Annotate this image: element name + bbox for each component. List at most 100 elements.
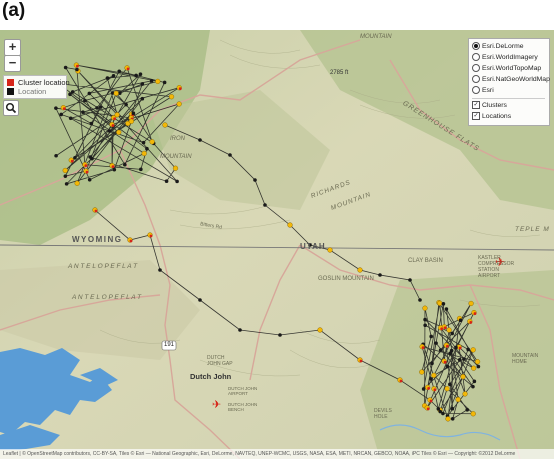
track-point[interactable] [466,347,470,352]
basemap-option-natgeo[interactable]: Esri.NatGeoWorldMap [472,75,550,85]
cluster-point[interactable] [445,344,449,348]
cluster-point[interactable] [473,312,477,315]
track-point[interactable] [476,364,481,369]
cluster-point[interactable] [458,346,462,350]
location-point[interactable] [141,150,147,157]
track-point[interactable] [448,351,452,356]
track-point[interactable] [441,411,445,416]
location-point[interactable] [419,369,425,375]
cluster-point[interactable] [62,107,66,111]
track-point[interactable] [408,278,412,282]
track-point[interactable] [175,179,179,184]
cluster-point[interactable] [359,359,363,363]
location-point[interactable] [114,112,120,118]
track-point[interactable] [434,341,438,345]
cluster-point[interactable] [111,165,115,169]
track-point[interactable] [448,382,452,387]
track-point[interactable] [98,105,103,109]
location-point[interactable] [471,365,477,371]
cluster-point[interactable] [94,209,98,213]
track-point[interactable] [457,358,462,362]
location-point[interactable] [327,247,333,253]
cluster-point[interactable] [85,170,89,174]
location-point[interactable] [113,90,119,96]
track-point[interactable] [418,298,422,302]
track-point[interactable] [117,69,122,74]
cluster-point[interactable] [75,64,79,68]
checkbox-checked-icon[interactable]: ✓ [472,112,480,120]
location-point[interactable] [176,101,182,107]
track-point[interactable] [441,302,446,306]
track-point[interactable] [68,92,72,97]
location-point[interactable] [74,180,80,186]
track-point[interactable] [458,318,463,323]
track-point[interactable] [429,377,433,381]
track-point[interactable] [465,407,470,412]
cluster-point[interactable] [429,399,433,403]
cluster-point[interactable] [111,124,115,127]
track-point[interactable] [140,96,145,101]
location-point[interactable] [287,222,293,228]
basemap-option-delorme[interactable]: Esri.DeLorme [472,42,524,52]
cluster-point[interactable] [113,117,116,121]
location-point[interactable] [149,139,155,145]
track-point[interactable] [149,79,154,83]
map-view[interactable]: ✈ ✈ MOUNTAIN 2785 ft GREENHOUSE FLATS IR… [0,30,554,459]
cluster-point[interactable] [440,327,444,331]
track-point[interactable] [111,74,116,78]
track-point[interactable] [158,268,162,272]
location-point[interactable] [422,305,428,311]
cluster-point[interactable] [178,87,182,91]
track-point[interactable] [59,112,63,117]
track-point[interactable] [140,82,145,86]
basemap-option-esri[interactable]: Esri [472,86,494,96]
track-point[interactable] [450,406,455,411]
track-point[interactable] [112,167,117,172]
track-point[interactable] [88,155,92,159]
location-point[interactable] [444,386,450,392]
track-point[interactable] [70,90,75,94]
cluster-point[interactable] [84,164,88,168]
location-point[interactable] [474,359,481,365]
track-point[interactable] [89,121,94,126]
overlay-option-locations[interactable]: ✓ Locations [472,112,511,122]
location-point[interactable] [116,129,122,135]
track-point[interactable] [450,331,455,336]
location-point[interactable] [468,300,474,307]
cluster-point[interactable] [149,234,153,238]
track-point[interactable] [438,348,443,352]
cluster-point[interactable] [469,321,473,324]
track-point[interactable] [454,345,458,350]
cluster-point[interactable] [426,407,430,411]
track-point[interactable] [421,387,426,391]
radio-icon[interactable] [472,53,480,61]
track-point[interactable] [263,203,267,207]
track-point[interactable] [430,361,434,366]
track-point[interactable] [73,155,77,160]
overlay-option-clusters[interactable]: ✓ Clusters [472,101,507,111]
layer-control[interactable]: Esri.DeLorme Esri.WorldImagery Esri.Worl… [468,38,550,126]
radio-icon[interactable] [472,86,480,94]
track-point[interactable] [162,80,167,85]
checkbox-checked-icon[interactable]: ✓ [472,101,480,109]
location-point[interactable] [446,327,452,333]
track-point[interactable] [134,73,138,78]
track-point[interactable] [462,357,466,361]
location-point[interactable] [172,165,179,171]
cluster-point[interactable] [70,159,74,163]
cluster-point[interactable] [399,379,403,383]
radio-selected-icon[interactable] [472,42,480,50]
location-point[interactable] [128,118,134,124]
cluster-point[interactable] [129,239,133,243]
track-point[interactable] [54,153,58,158]
location-point[interactable] [168,94,175,100]
track-point[interactable] [445,364,450,369]
track-point[interactable] [87,91,92,96]
track-point[interactable] [378,273,382,277]
track-point[interactable] [450,416,455,421]
track-point[interactable] [145,146,149,151]
track-point[interactable] [429,334,433,339]
cluster-point[interactable] [126,67,130,71]
track-point[interactable] [123,162,127,167]
location-point[interactable] [162,122,168,128]
